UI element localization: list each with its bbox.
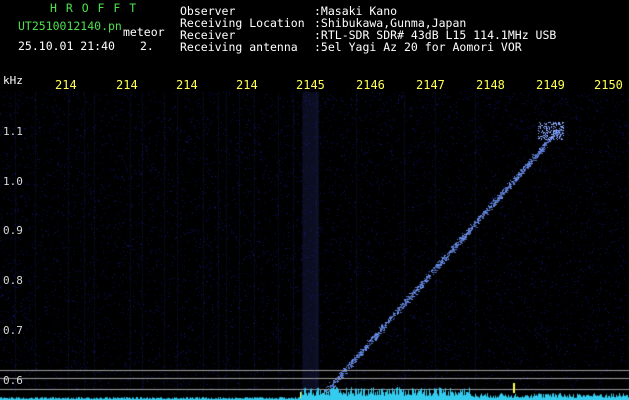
top-tick: 2147 <box>416 78 445 92</box>
top-tick: 214 <box>176 78 198 92</box>
waterfall-spectrogram <box>0 0 629 400</box>
top-tick: 2145 <box>296 78 325 92</box>
freq-tick: 0.8 <box>3 274 23 287</box>
top-tick: 214 <box>116 78 138 92</box>
top-tick: 2146 <box>356 78 385 92</box>
unit-label: kHz <box>3 74 23 87</box>
antenna-value: :5el Yagi Az 20 for Aomori VOR <box>314 40 522 54</box>
count-label: 2. <box>140 39 154 53</box>
freq-tick: 0.6 <box>3 374 23 387</box>
top-tick: 2149 <box>536 78 565 92</box>
freq-tick: 0.9 <box>3 224 23 237</box>
freq-tick: 1.0 <box>3 175 23 188</box>
filename-label: UT2510012140.pn <box>18 19 122 33</box>
top-tick: 214 <box>55 78 77 92</box>
event-label: meteor <box>123 25 165 39</box>
top-tick: 2150 <box>594 78 623 92</box>
antenna-label: Receiving antenna <box>180 40 298 54</box>
datetime-label: 25.10.01 21:40 <box>18 39 115 53</box>
top-tick: 214 <box>236 78 258 92</box>
freq-tick: 1.1 <box>3 125 23 138</box>
freq-tick: 0.7 <box>3 324 23 337</box>
app-logo: H R O F F T <box>50 1 138 15</box>
hrofft-window: H R O F F T UT2510012140.pn meteor 25.10… <box>0 0 629 400</box>
top-tick: 2148 <box>476 78 505 92</box>
